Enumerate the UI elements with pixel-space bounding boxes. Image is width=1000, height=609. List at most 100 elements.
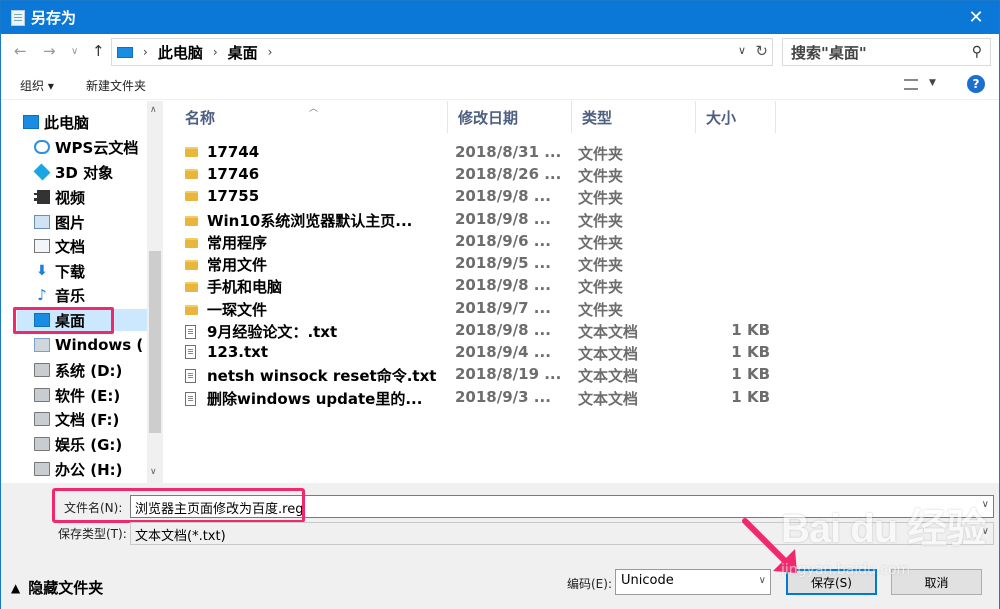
windows-drive-icon bbox=[34, 338, 50, 352]
file-date: 2018/8/26 ... bbox=[455, 165, 562, 183]
organize-button[interactable]: 组织 ▾ bbox=[20, 77, 54, 94]
nav-item-drive-g[interactable]: 娱乐 (G:) bbox=[34, 433, 122, 455]
nav-item-drive-h[interactable]: 办公 (H:) bbox=[34, 458, 123, 480]
text-file-icon bbox=[185, 324, 196, 339]
back-arrow-icon[interactable]: ← bbox=[14, 42, 27, 60]
file-type: 文件夹 bbox=[578, 189, 624, 207]
file-row[interactable]: Win10系统浏览器默认主页... 2018/9/8 ... 文件夹 bbox=[185, 208, 805, 230]
drive-icon bbox=[34, 412, 50, 426]
pc-icon bbox=[23, 115, 39, 129]
nav-item-music[interactable]: ♪ 音乐 bbox=[34, 284, 85, 306]
nav-item-label: 图片 bbox=[55, 213, 86, 232]
drive-icon bbox=[34, 462, 50, 476]
file-type: 文件夹 bbox=[578, 234, 624, 252]
title-bar[interactable]: 另存为 ✕ bbox=[1, 1, 999, 34]
file-type: 文件夹 bbox=[578, 301, 624, 319]
save-as-dialog: 另存为 ✕ ← → ∨ ↑ › 此电脑 › 桌面 › ∨ ↻ 搜索"桌面" ⚲ … bbox=[0, 0, 1000, 609]
file-name: 17744 bbox=[185, 143, 259, 161]
drive-icon bbox=[34, 363, 50, 377]
nav-item-label: 3D 对象 bbox=[55, 163, 114, 182]
nav-item-wps-cloud[interactable]: WPS云文档 bbox=[34, 136, 138, 158]
file-row[interactable]: 删除windows update里的... 2018/9/3 ... 文本文档 1 K… bbox=[185, 386, 805, 408]
download-icon: ⬇ bbox=[36, 263, 48, 279]
file-row[interactable]: 常用程序 2018/9/6 ... 文件夹 bbox=[185, 230, 805, 252]
hide-folders-toggle[interactable]: ▲ 隐藏文件夹 bbox=[11, 577, 103, 598]
column-header-type[interactable]: 类型 bbox=[572, 101, 696, 133]
file-row[interactable]: 17746 2018/8/26 ... 文件夹 bbox=[185, 163, 805, 185]
file-name-text: 一琛文件 bbox=[207, 301, 268, 319]
file-name-text: 常用程序 bbox=[207, 234, 268, 252]
file-name-text: 123.txt bbox=[207, 343, 269, 361]
chevron-down-icon[interactable]: ▼ bbox=[929, 78, 936, 88]
chevron-right-icon[interactable]: › bbox=[213, 45, 218, 59]
nav-item-label: 视频 bbox=[55, 188, 86, 207]
file-type: 文本文档 bbox=[578, 345, 639, 363]
file-row[interactable]: 常用文件 2018/9/5 ... 文件夹 bbox=[185, 252, 805, 274]
file-date: 2018/9/7 ... bbox=[455, 299, 551, 317]
file-size: 1 KB bbox=[731, 388, 770, 406]
file-row[interactable]: 17755 2018/9/8 ... 文件夹 bbox=[185, 185, 805, 207]
search-input[interactable]: 搜索"桌面" ⚲ bbox=[782, 38, 991, 66]
file-row[interactable]: 一琛文件 2018/9/7 ... 文件夹 bbox=[185, 297, 805, 319]
nav-item-documents[interactable]: 文档 bbox=[34, 235, 85, 257]
file-type: 文本文档 bbox=[578, 367, 639, 385]
folder-icon bbox=[185, 191, 198, 201]
close-button[interactable]: ✕ bbox=[953, 1, 999, 34]
encoding-value: Unicode bbox=[621, 573, 674, 588]
breadcrumb-desktop[interactable]: 桌面 bbox=[228, 42, 258, 63]
scrollbar-thumb[interactable] bbox=[149, 251, 161, 433]
new-folder-button[interactable]: 新建文件夹 bbox=[86, 77, 146, 94]
nav-scrollbar[interactable]: ∧ ∨ bbox=[147, 101, 163, 483]
chevron-right-icon[interactable]: › bbox=[143, 45, 148, 59]
recent-chevron-icon[interactable]: ∨ bbox=[71, 46, 78, 57]
nav-item-windows-drive[interactable]: Windows ( bbox=[34, 334, 143, 356]
column-header-name[interactable]: 名称 bbox=[175, 101, 448, 133]
column-header-size[interactable]: 大小 bbox=[696, 101, 776, 133]
nav-item-pictures[interactable]: 图片 bbox=[34, 211, 85, 233]
filename-highlight-box bbox=[52, 488, 305, 523]
search-icon[interactable]: ⚲ bbox=[972, 44, 982, 60]
nav-item-drive-d[interactable]: 系统 (D:) bbox=[34, 359, 122, 381]
file-date: 2018/9/3 ... bbox=[455, 388, 551, 406]
breadcrumb-this-pc[interactable]: 此电脑 bbox=[158, 42, 203, 63]
column-header-date[interactable]: 修改日期 bbox=[448, 101, 572, 133]
file-type: 文件夹 bbox=[578, 167, 624, 185]
help-button[interactable]: ? bbox=[967, 75, 985, 93]
scroll-down-icon[interactable]: ∨ bbox=[150, 467, 157, 477]
toolbar: 组织 ▾ 新建文件夹 ▼ ? bbox=[1, 70, 999, 100]
watermark-url: jingyan.baidu.com bbox=[781, 562, 911, 578]
file-size: 1 KB bbox=[731, 343, 770, 361]
nav-item-drive-e[interactable]: 软件 (E:) bbox=[34, 384, 120, 406]
nav-item-drive-f[interactable]: 文档 (F:) bbox=[34, 408, 119, 430]
file-row[interactable]: 手机和电脑 2018/9/8 ... 文件夹 bbox=[185, 274, 805, 296]
chevron-right-icon[interactable]: › bbox=[268, 45, 273, 59]
document-icon bbox=[34, 239, 50, 253]
file-date: 2018/8/31 ... bbox=[455, 143, 562, 161]
nav-item-this-pc[interactable]: 此电脑 bbox=[23, 111, 89, 133]
file-name-text: Win10系统浏览器默认主页... bbox=[207, 212, 413, 230]
filetype-label: 保存类型(T): bbox=[58, 527, 127, 541]
text-file-icon bbox=[185, 345, 196, 359]
up-arrow-icon[interactable]: ↑ bbox=[92, 42, 105, 60]
search-placeholder: 搜索"桌面" bbox=[791, 43, 867, 62]
nav-item-label: 此电脑 bbox=[44, 113, 90, 132]
nav-item-3d-objects[interactable]: 3D 对象 bbox=[33, 161, 114, 183]
file-row[interactable]: 123.txt 2018/9/4 ... 文本文档 1 KB bbox=[185, 341, 805, 363]
file-list: ︿ 名称 修改日期 类型 大小 17744 2018/8/31 ... 文件夹 177… bbox=[163, 101, 999, 483]
refresh-icon[interactable]: ↻ bbox=[755, 42, 768, 60]
file-type: 文件夹 bbox=[578, 212, 624, 230]
view-options-icon[interactable] bbox=[904, 79, 918, 90]
baidu-watermark: Bai du 经验 jingyan.baidu.com bbox=[781, 496, 986, 586]
file-row[interactable]: netsh winsock reset命令.txt 2018/8/19 ... 文本… bbox=[185, 363, 805, 385]
address-bar[interactable]: › 此电脑 › 桌面 › ∨ ↻ bbox=[111, 38, 773, 66]
nav-item-downloads[interactable]: ⬇ 下载 bbox=[34, 260, 85, 282]
text-file-icon bbox=[185, 391, 196, 406]
file-name: 一琛文件 bbox=[185, 299, 267, 320]
forward-arrow-icon[interactable]: → bbox=[43, 42, 56, 60]
scroll-up-icon[interactable]: ∧ bbox=[150, 105, 157, 115]
file-row[interactable]: 9月经验论文：.txt 2018/9/8 ... 文本文档 1 KB bbox=[185, 319, 805, 341]
chevron-down-icon[interactable]: ∨ bbox=[738, 44, 746, 57]
file-date: 2018/9/6 ... bbox=[455, 232, 551, 250]
nav-item-videos[interactable]: 视频 bbox=[34, 186, 85, 208]
file-row[interactable]: 17744 2018/8/31 ... 文件夹 bbox=[185, 141, 805, 163]
